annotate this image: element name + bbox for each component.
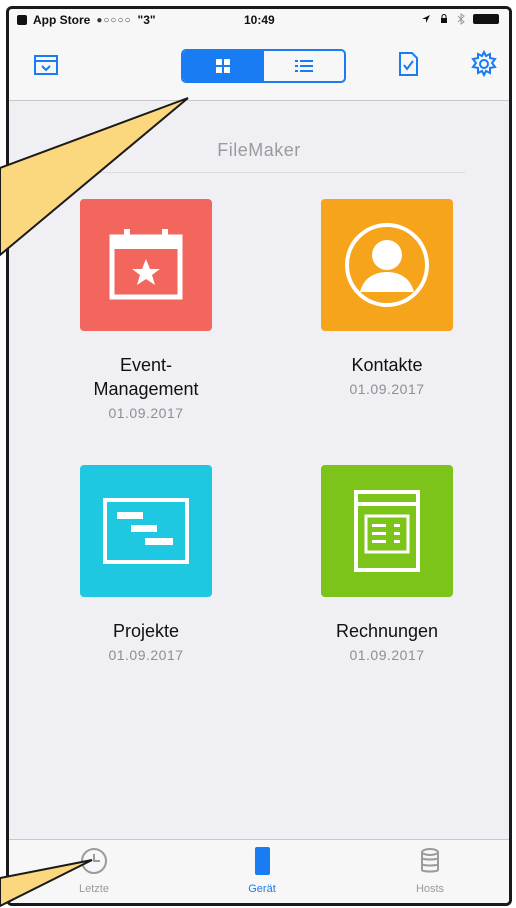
grid-icon [216, 59, 231, 73]
battery-icon [473, 14, 499, 24]
tab-letzte[interactable]: Letzte [49, 846, 139, 895]
file-name: Projekte [112, 621, 180, 641]
file-tile-rechnungen[interactable]: Rechnungen 01.09.2017 [287, 465, 487, 663]
navigation-bar [9, 31, 509, 101]
tab-label: Gerät [248, 883, 276, 895]
file-icon-box [80, 199, 212, 331]
file-browser: FileMaker Event- Management 01.09.2017 K… [9, 102, 509, 842]
grid-view-button[interactable] [183, 51, 264, 81]
location-arrow-icon [422, 15, 430, 23]
calendar-star-icon [109, 229, 183, 300]
tab-label: Hosts [415, 883, 445, 895]
file-name: Event- Management [93, 355, 199, 399]
signal-strength: ●○○○○ [96, 14, 132, 26]
clock-icon [81, 848, 107, 874]
file-date: 01.09.2017 [108, 647, 184, 663]
view-mode-segmented-control [181, 49, 346, 83]
document-check-icon[interactable] [393, 49, 423, 79]
network-label: "3" [137, 13, 156, 27]
status-right [421, 13, 499, 25]
tab-geraet[interactable]: Gerät [217, 846, 307, 895]
file-date: 01.09.2017 [349, 381, 425, 397]
tab-hosts[interactable]: Hosts [385, 846, 475, 895]
file-tile-projekte[interactable]: Projekte 01.09.2017 [46, 465, 246, 663]
file-icon-box [321, 465, 453, 597]
file-date: 01.09.2017 [349, 647, 425, 663]
status-time: 10:49 [244, 13, 275, 27]
phone-device-icon [255, 847, 270, 875]
file-icon-box [321, 199, 453, 331]
file-date: 01.09.2017 [108, 405, 184, 421]
settings-gear-icon[interactable] [469, 49, 499, 79]
file-name: Kontakte [351, 355, 423, 375]
section-divider [65, 172, 465, 173]
database-icon [421, 848, 439, 873]
file-tile-event-management[interactable]: Event- Management 01.09.2017 [46, 199, 246, 421]
archive-box-icon[interactable] [31, 49, 61, 79]
back-app-label[interactable]: App Store [33, 13, 90, 27]
phone-frame: App Store ●○○○○ "3" 10:49 FileMaker Even… [6, 6, 512, 906]
file-name: Rechnungen [335, 621, 439, 641]
gantt-icon [103, 498, 189, 564]
file-tile-kontakte[interactable]: Kontakte 01.09.2017 [287, 199, 487, 397]
back-app-icon[interactable] [17, 15, 27, 25]
list-icon [294, 60, 313, 72]
tab-bar: Letzte Gerät Hosts [9, 839, 509, 903]
file-icon-box [80, 465, 212, 597]
person-icon [345, 223, 429, 307]
status-left: App Store ●○○○○ "3" [17, 13, 156, 27]
list-view-button[interactable] [264, 51, 345, 81]
tab-label: Letzte [79, 883, 109, 895]
bluetooth-icon [457, 13, 465, 25]
status-bar: App Store ●○○○○ "3" 10:49 [9, 9, 509, 31]
section-title: FileMaker [217, 140, 301, 160]
lock-rotation-icon [441, 14, 447, 23]
invoice-window-icon [354, 490, 420, 572]
